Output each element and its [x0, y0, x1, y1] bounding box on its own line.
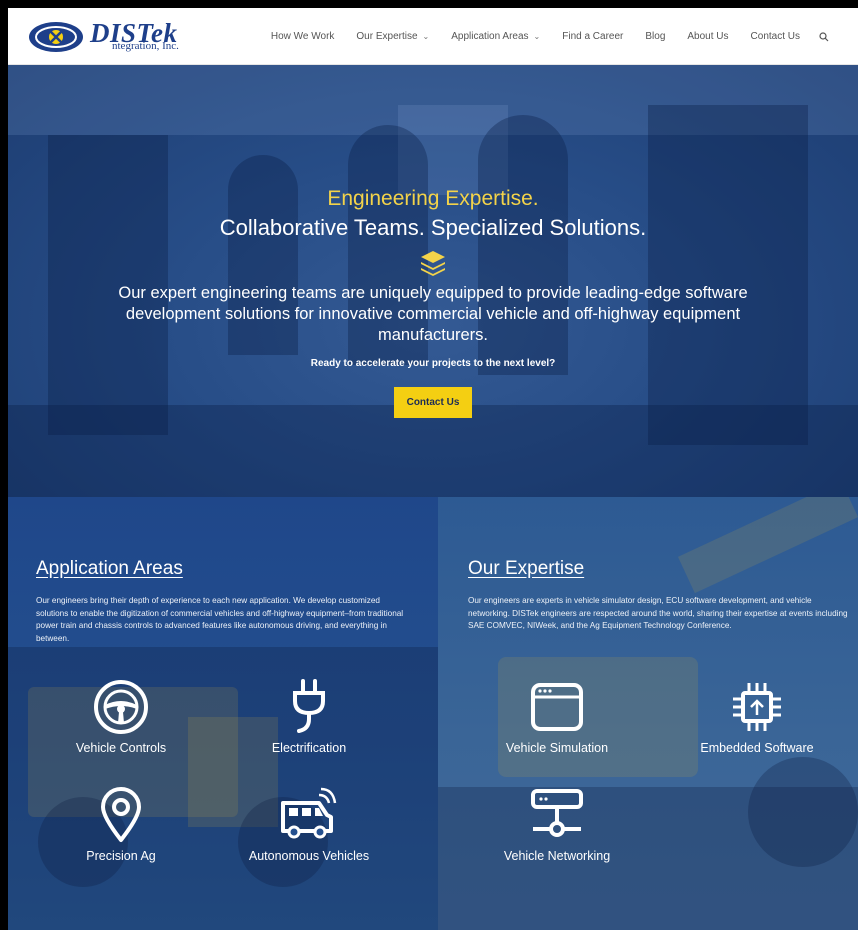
- tile-autonomous-vehicles[interactable]: Autonomous Vehicles: [234, 787, 384, 863]
- nav-label: Contact Us: [750, 31, 800, 42]
- logo-emblem-icon: [29, 22, 83, 52]
- hero-description: Our expert engineering teams are uniquel…: [118, 284, 748, 345]
- chevron-down-icon: ⌄: [533, 32, 541, 41]
- hero-tagline: Engineering Expertise.: [327, 187, 539, 210]
- nav-label: About Us: [687, 31, 729, 42]
- tile-vehicle-simulation[interactable]: Vehicle Simulation: [482, 679, 632, 755]
- tile-label: Embedded Software: [700, 741, 814, 755]
- nav-label: Find a Career: [562, 31, 624, 42]
- tile-electrification[interactable]: Electrification: [234, 679, 384, 755]
- hero-bg-desk: [8, 405, 858, 497]
- tile-precision-ag[interactable]: Precision Ag: [46, 787, 196, 863]
- tile-vehicle-networking[interactable]: Vehicle Networking: [482, 787, 632, 863]
- our-expertise-section: Our Expertise Our engineers are experts …: [438, 497, 858, 930]
- search-button[interactable]: [811, 31, 840, 42]
- application-areas-heading[interactable]: Application Areas: [36, 558, 183, 580]
- tile-label: Vehicle Simulation: [505, 741, 609, 755]
- nav-our-expertise[interactable]: Our Expertise ⌄: [345, 31, 440, 42]
- steering-wheel-icon: [94, 680, 148, 734]
- layers-icon: [418, 249, 448, 277]
- tile-label: Electrification: [271, 741, 347, 755]
- our-expertise-heading[interactable]: Our Expertise: [468, 558, 584, 580]
- nav-application-areas[interactable]: Application Areas ⌄: [440, 31, 551, 42]
- nav-about-us[interactable]: About Us: [676, 31, 739, 42]
- nav-label: Application Areas: [451, 31, 529, 42]
- nav-blog[interactable]: Blog: [634, 31, 676, 42]
- main-nav: How We Work Our Expertise ⌄ Application A…: [260, 8, 840, 65]
- tile-label: Autonomous Vehicles: [248, 849, 370, 863]
- hero-cta-text: Ready to accelerate your projects to the…: [310, 358, 556, 370]
- chip-icon: [733, 683, 781, 731]
- application-areas-description: Our engineers bring their depth of exper…: [36, 596, 404, 644]
- tile-label: Precision Ag: [86, 849, 156, 863]
- hero-content: Engineering Expertise. Collaborative Tea…: [8, 187, 858, 419]
- chevron-down-icon: ⌄: [422, 32, 430, 41]
- network-server-icon: [531, 789, 583, 837]
- panel-bg-excavator-arm: [677, 497, 858, 594]
- map-pin-icon: [101, 787, 141, 842]
- tile-label: Vehicle Networking: [503, 849, 611, 863]
- autonomous-van-icon: [281, 787, 337, 839]
- our-expertise-description: Our engineers are experts in vehicle sim…: [468, 596, 848, 631]
- panel-bg-wheel: [748, 757, 858, 867]
- search-icon: [819, 31, 829, 41]
- nav-label: Our Expertise: [356, 31, 418, 42]
- nav-contact-us[interactable]: Contact Us: [740, 31, 811, 42]
- browser-window-icon: [531, 683, 583, 731]
- nav-how-we-work[interactable]: How We Work: [260, 31, 346, 42]
- plug-icon: [293, 679, 325, 733]
- application-areas-section: Application Areas Our engineers bring th…: [8, 497, 438, 930]
- tile-label: Vehicle Controls: [75, 741, 167, 755]
- hero-section: Engineering Expertise. Collaborative Tea…: [8, 65, 858, 497]
- page: DISTek ntegration, Inc. How We Work Our …: [8, 8, 858, 930]
- contact-us-button[interactable]: Contact Us: [393, 387, 473, 419]
- site-header: DISTek ntegration, Inc. How We Work Our …: [8, 8, 858, 65]
- logo-subtitle: ntegration, Inc.: [112, 40, 179, 52]
- hero-title: Collaborative Teams. Specialized Solutio…: [219, 215, 647, 240]
- nav-find-a-career[interactable]: Find a Career: [551, 31, 634, 42]
- tile-embedded-software[interactable]: Embedded Software: [682, 679, 832, 755]
- nav-label: Blog: [645, 31, 666, 42]
- nav-label: How We Work: [270, 31, 335, 42]
- distek-logo[interactable]: DISTek ntegration, Inc.: [28, 16, 208, 56]
- tile-vehicle-controls[interactable]: Vehicle Controls: [46, 679, 196, 755]
